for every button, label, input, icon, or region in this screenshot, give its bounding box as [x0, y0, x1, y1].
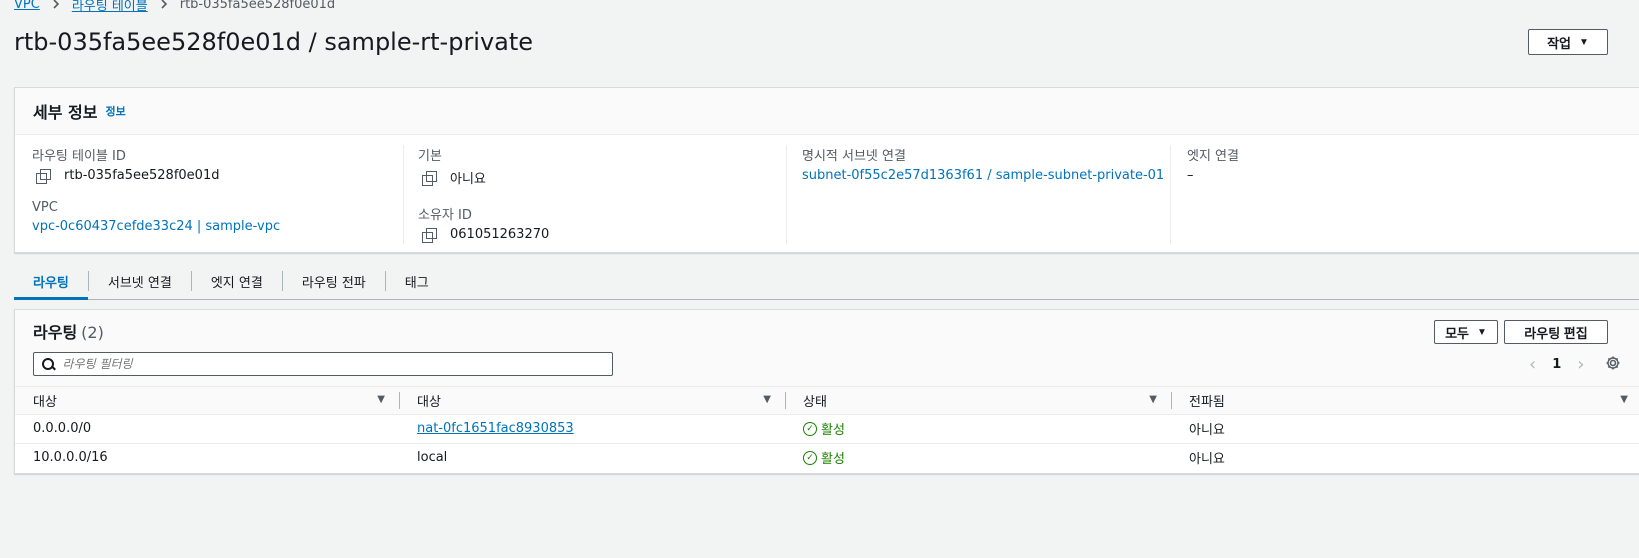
- sort-icon[interactable]: ▼: [377, 394, 385, 405]
- actions-button[interactable]: 작업 ▼: [1528, 29, 1608, 55]
- vpc-label: VPC: [32, 200, 58, 215]
- tab-edge-associations[interactable]: 엣지 연결: [192, 268, 282, 299]
- page-title: rtb-035fa5ee528f0e01d / sample-rt-privat…: [14, 28, 534, 56]
- column-header-status[interactable]: 상태 ▼: [785, 387, 1171, 415]
- details-column-2: 기본 아니요 소유자 ID 061051263270: [403, 145, 775, 244]
- propagated-cell: 아니요: [1189, 452, 1225, 468]
- main-label: 기본: [418, 149, 442, 164]
- details-column-4: 엣지 연결 –: [1170, 145, 1554, 244]
- target-cell: local: [417, 450, 448, 466]
- edge-assoc-field: 엣지 연결 –: [1187, 145, 1554, 183]
- tab-bar: 라우팅 서브넷 연결 엣지 연결 라우팅 전파 태그: [14, 268, 1639, 300]
- subnet-assoc-field: 명시적 서브넷 연결 subnet-0f55c2e57d1363f61 / sa…: [802, 145, 1170, 183]
- breadcrumb: VPC 라우팅 테이블 rtb-035fa5ee528f0e01d: [14, 0, 336, 14]
- edge-assoc-value: –: [1187, 168, 1194, 183]
- filter-dropdown[interactable]: 모두 ▼: [1434, 320, 1498, 344]
- main-value: 아니요: [450, 172, 486, 187]
- breadcrumb-current: rtb-035fa5ee528f0e01d: [179, 0, 336, 12]
- owner-field: 소유자 ID 061051263270: [418, 204, 775, 243]
- chevron-left-icon[interactable]: ‹: [1521, 354, 1544, 375]
- details-column-3: 명시적 서브넷 연결 subnet-0f55c2e57d1363f61 / sa…: [786, 145, 1170, 244]
- propagated-cell: 아니요: [1171, 414, 1639, 444]
- subnet-assoc-label: 명시적 서브넷 연결: [802, 149, 906, 164]
- tab-routes[interactable]: 라우팅: [14, 268, 88, 300]
- routes-panel: 라우팅(2) 모두 ▼ 라우팅 편집 ‹ 1 › 대상 ▼ 대상 ▼ 상태 ▼ 전파됨…: [14, 309, 1639, 474]
- routes-count: (2): [81, 323, 104, 342]
- copy-icon[interactable]: [36, 168, 51, 184]
- routes-table: 대상 ▼ 대상 ▼ 상태 ▼ 전파됨 ▼ 0.0.0.0/0 nat-0fc1651fa…: [15, 387, 1639, 472]
- route-table-id-label: 라우팅 테이블 ID: [32, 149, 126, 164]
- edge-assoc-label: 엣지 연결: [1187, 149, 1239, 164]
- check-circle-icon: ✓: [803, 421, 817, 436]
- details-header: 세부 정보 정보: [15, 88, 1639, 135]
- filter-dropdown-label: 모두: [1445, 325, 1469, 341]
- table-row[interactable]: 10.0.0.0/16 local ✓ 활성 아니요: [15, 443, 1639, 472]
- column-header-label: 대상: [33, 394, 57, 410]
- main-field: 기본 아니요: [418, 145, 775, 187]
- column-header-destination[interactable]: 대상 ▼: [15, 387, 399, 415]
- owner-label: 소유자 ID: [418, 208, 472, 223]
- sort-icon[interactable]: ▼: [1149, 394, 1157, 405]
- owner-value: 061051263270: [450, 227, 550, 242]
- pagination: ‹ 1 ›: [1521, 354, 1592, 375]
- details-body: 라우팅 테이블 ID rtb-035fa5ee528f0e01d VPC vpc…: [15, 135, 1639, 253]
- chevron-right-icon: [52, 0, 60, 9]
- status-cell: ✓ 활성: [785, 443, 1171, 472]
- routes-title: 라우팅: [33, 323, 78, 342]
- column-header-propagated[interactable]: 전파됨 ▼: [1171, 387, 1639, 415]
- target-cell: nat-0fc1651fac8930853: [399, 414, 785, 444]
- page-number[interactable]: 1: [1544, 357, 1569, 372]
- route-search-box[interactable]: [33, 352, 613, 376]
- gear-icon[interactable]: [1604, 355, 1622, 373]
- route-table-id-value: rtb-035fa5ee528f0e01d: [64, 168, 220, 183]
- tab-tags[interactable]: 태그: [386, 268, 448, 299]
- subnet-assoc-link[interactable]: subnet-0f55c2e57d1363f61 / sample-subnet…: [802, 168, 1164, 183]
- edit-routes-button[interactable]: 라우팅 편집: [1504, 320, 1608, 344]
- check-circle-icon: ✓: [803, 450, 817, 465]
- sort-icon[interactable]: ▼: [763, 394, 771, 405]
- breadcrumb-vpc-link[interactable]: VPC: [14, 0, 40, 12]
- sort-icon[interactable]: ▼: [1620, 394, 1628, 405]
- details-title: 세부 정보: [33, 103, 98, 122]
- chevron-right-icon: [160, 0, 168, 9]
- column-header-target[interactable]: 대상 ▼: [399, 387, 785, 415]
- chevron-right-icon[interactable]: ›: [1569, 354, 1592, 375]
- caret-down-icon: ▼: [1477, 326, 1487, 338]
- routes-title-wrap: 라우팅 (2): [33, 319, 104, 343]
- destination-cell: 10.0.0.0/16: [33, 450, 108, 466]
- column-header-label: 전파됨: [1189, 394, 1225, 410]
- actions-button-label: 작업: [1547, 35, 1571, 51]
- route-table-id-field: 라우팅 테이블 ID rtb-035fa5ee528f0e01d: [32, 145, 392, 184]
- target-link[interactable]: nat-0fc1651fac8930853: [417, 421, 574, 436]
- status-text: 활성: [821, 452, 845, 468]
- vpc-field: VPC vpc-0c60437cefde33c24 | sample-vpc: [32, 200, 392, 234]
- details-column-1: 라우팅 테이블 ID rtb-035fa5ee528f0e01d VPC vpc…: [32, 145, 392, 244]
- copy-icon[interactable]: [422, 227, 437, 243]
- caret-down-icon: ▼: [1579, 36, 1589, 48]
- column-header-label: 상태: [803, 394, 827, 410]
- status-cell: ✓ 활성: [785, 414, 1171, 444]
- breadcrumb-route-tables-link[interactable]: 라우팅 테이블: [72, 0, 148, 14]
- tab-subnet-associations[interactable]: 서브넷 연결: [89, 268, 191, 299]
- status-text: 활성: [821, 423, 845, 438]
- vpc-link[interactable]: vpc-0c60437cefde33c24 | sample-vpc: [32, 219, 280, 234]
- destination-cell: 0.0.0.0/0: [15, 414, 399, 444]
- table-row[interactable]: 0.0.0.0/0 nat-0fc1651fac8930853 ✓ 활성 아니요: [15, 414, 1639, 444]
- search-icon: [42, 357, 55, 371]
- route-search-input[interactable]: [62, 357, 612, 371]
- info-link[interactable]: 정보: [105, 103, 125, 119]
- tab-route-propagation[interactable]: 라우팅 전파: [283, 268, 385, 299]
- copy-icon[interactable]: [422, 170, 437, 186]
- column-header-label: 대상: [417, 394, 441, 410]
- routes-header: 라우팅(2) 모두 ▼ 라우팅 편집 ‹ 1 ›: [15, 310, 1639, 387]
- details-panel: 세부 정보 정보 라우팅 테이블 ID rtb-035fa5ee528f0e01…: [14, 87, 1639, 253]
